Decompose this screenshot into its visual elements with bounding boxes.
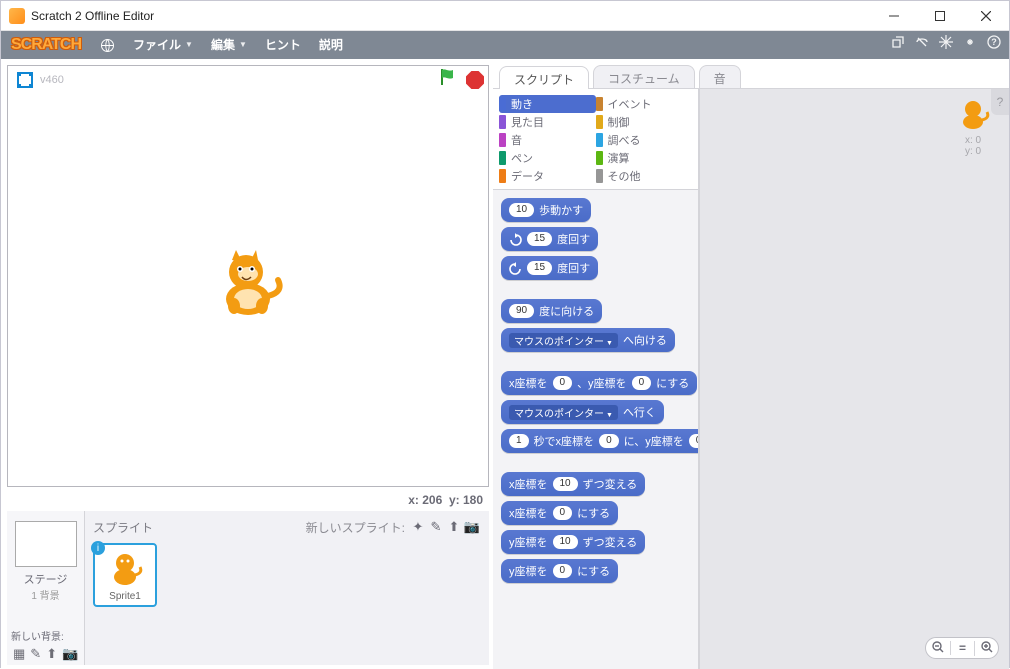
svg-text:?: ? [991, 37, 997, 47]
sprite-camera-icon[interactable]: 📷 [463, 519, 481, 535]
help-tab[interactable]: ? [991, 89, 1009, 115]
editor-tabs: スクリプト コスチューム 音 [493, 59, 1009, 89]
category-sound[interactable]: 音 [499, 131, 596, 149]
delete-icon[interactable] [915, 31, 929, 59]
block-set-x[interactable]: x座標を0にする [501, 501, 618, 525]
new-backdrop-label: 新しい背景: [7, 628, 84, 643]
sprite-info-button[interactable]: i [91, 541, 105, 555]
menu-edit[interactable]: 編集▼ [202, 31, 256, 59]
category-more[interactable]: その他 [596, 167, 693, 185]
stage-label: ステージ [7, 571, 84, 587]
block-change-y[interactable]: y座標を10ずつ変える [501, 530, 645, 554]
help-icon[interactable]: ? [987, 31, 1001, 59]
stage: v460 [7, 65, 489, 487]
block-categories: 動き 見た目 音 ペン データ イベント 制御 調べる 演算 その他 [493, 89, 698, 190]
window-title: Scratch 2 Offline Editor [31, 9, 154, 23]
block-palette[interactable]: 10歩動かす 15度回す 15度回す 90度に向ける [493, 190, 698, 669]
language-button[interactable] [91, 38, 124, 53]
block-point-dir[interactable]: 90度に向ける [501, 299, 602, 323]
scripts-area[interactable]: ? x: 0 y: 0 = [699, 89, 1009, 669]
block-glide[interactable]: 1秒でx座標を0に、y座標を0 [501, 429, 698, 453]
scratch-logo: SCRATCH [1, 36, 91, 54]
zoom-out-button[interactable] [926, 641, 950, 656]
menu-hints[interactable]: ヒント [256, 31, 310, 59]
stage-canvas[interactable] [8, 94, 488, 486]
backdrop-camera-icon[interactable]: 📷 [62, 646, 78, 662]
sprite-thumbnail[interactable]: i Sprite1 [93, 543, 157, 607]
tab-sounds[interactable]: 音 [699, 65, 741, 88]
block-point-towards[interactable]: マウスのポインター▼へ向ける [501, 328, 675, 352]
project-name[interactable]: v460 [40, 74, 64, 86]
window-titlebar: Scratch 2 Offline Editor [1, 1, 1009, 31]
zoom-controls: = [925, 637, 999, 659]
tab-costumes[interactable]: コスチューム [593, 65, 695, 88]
menu-file[interactable]: ファイル▼ [124, 31, 202, 59]
sprite-on-stage[interactable] [206, 244, 286, 324]
block-turn-cw[interactable]: 15度回す [501, 227, 598, 251]
stop-button[interactable] [466, 71, 484, 89]
grow-icon[interactable] [939, 31, 953, 59]
block-goto[interactable]: マウスのポインター▼へ行く [501, 400, 664, 424]
fullscreen-button[interactable] [12, 68, 38, 92]
menu-about[interactable]: 説明 [310, 31, 352, 59]
category-pen[interactable]: ペン [499, 149, 596, 167]
block-move-steps[interactable]: 10歩動かす [501, 198, 591, 222]
backdrop-library-icon[interactable]: ▦ [13, 646, 25, 662]
sprite-panel: ステージ 1 背景 新しい背景: ▦ ✎ ⬆ 📷 スプライト 新しいスプライト:… [7, 511, 489, 665]
sprite-paint-icon[interactable]: ✎ [427, 519, 445, 535]
block-change-x[interactable]: x座標を10ずつ変える [501, 472, 645, 496]
sprite-list-title: スプライト [93, 519, 153, 536]
new-sprite-label: 新しいスプライト: [306, 519, 405, 536]
sprite-library-icon[interactable]: ✦ [409, 519, 427, 535]
category-looks[interactable]: 見た目 [499, 113, 596, 131]
minimize-button[interactable] [871, 1, 917, 31]
maximize-button[interactable] [917, 1, 963, 31]
category-motion[interactable]: 動き [499, 95, 596, 113]
duplicate-icon[interactable] [891, 31, 905, 59]
category-control[interactable]: 制御 [596, 113, 693, 131]
zoom-in-button[interactable] [974, 641, 998, 656]
close-button[interactable] [963, 1, 1009, 31]
green-flag-button[interactable] [438, 67, 458, 93]
toolbar-tools: ? [891, 31, 1009, 59]
backdrop-count: 1 背景 [7, 587, 84, 602]
category-data[interactable]: データ [499, 167, 596, 185]
sprite-upload-icon[interactable]: ⬆ [445, 519, 463, 535]
stage-coords: x: 206 y: 180 [1, 489, 493, 511]
category-events[interactable]: イベント [596, 95, 693, 113]
backdrop-upload-icon[interactable]: ⬆ [46, 646, 57, 662]
shrink-icon[interactable] [963, 31, 977, 59]
backdrop-paint-icon[interactable]: ✎ [30, 646, 41, 662]
app-icon [9, 8, 25, 24]
stage-thumbnail[interactable] [15, 521, 77, 567]
tab-scripts[interactable]: スクリプト [499, 66, 589, 89]
category-operators[interactable]: 演算 [596, 149, 693, 167]
zoom-reset-button[interactable]: = [950, 641, 974, 655]
sprite-name: Sprite1 [109, 591, 141, 602]
block-turn-ccw[interactable]: 15度回す [501, 256, 598, 280]
block-goto-xy[interactable]: x座標を0、y座標を0にする [501, 371, 697, 395]
active-sprite-indicator: x: 0 y: 0 [953, 95, 993, 157]
category-sensing[interactable]: 調べる [596, 131, 693, 149]
block-set-y[interactable]: y座標を0にする [501, 559, 618, 583]
menu-bar: SCRATCH ファイル▼ 編集▼ ヒント 説明 ? [1, 31, 1009, 59]
